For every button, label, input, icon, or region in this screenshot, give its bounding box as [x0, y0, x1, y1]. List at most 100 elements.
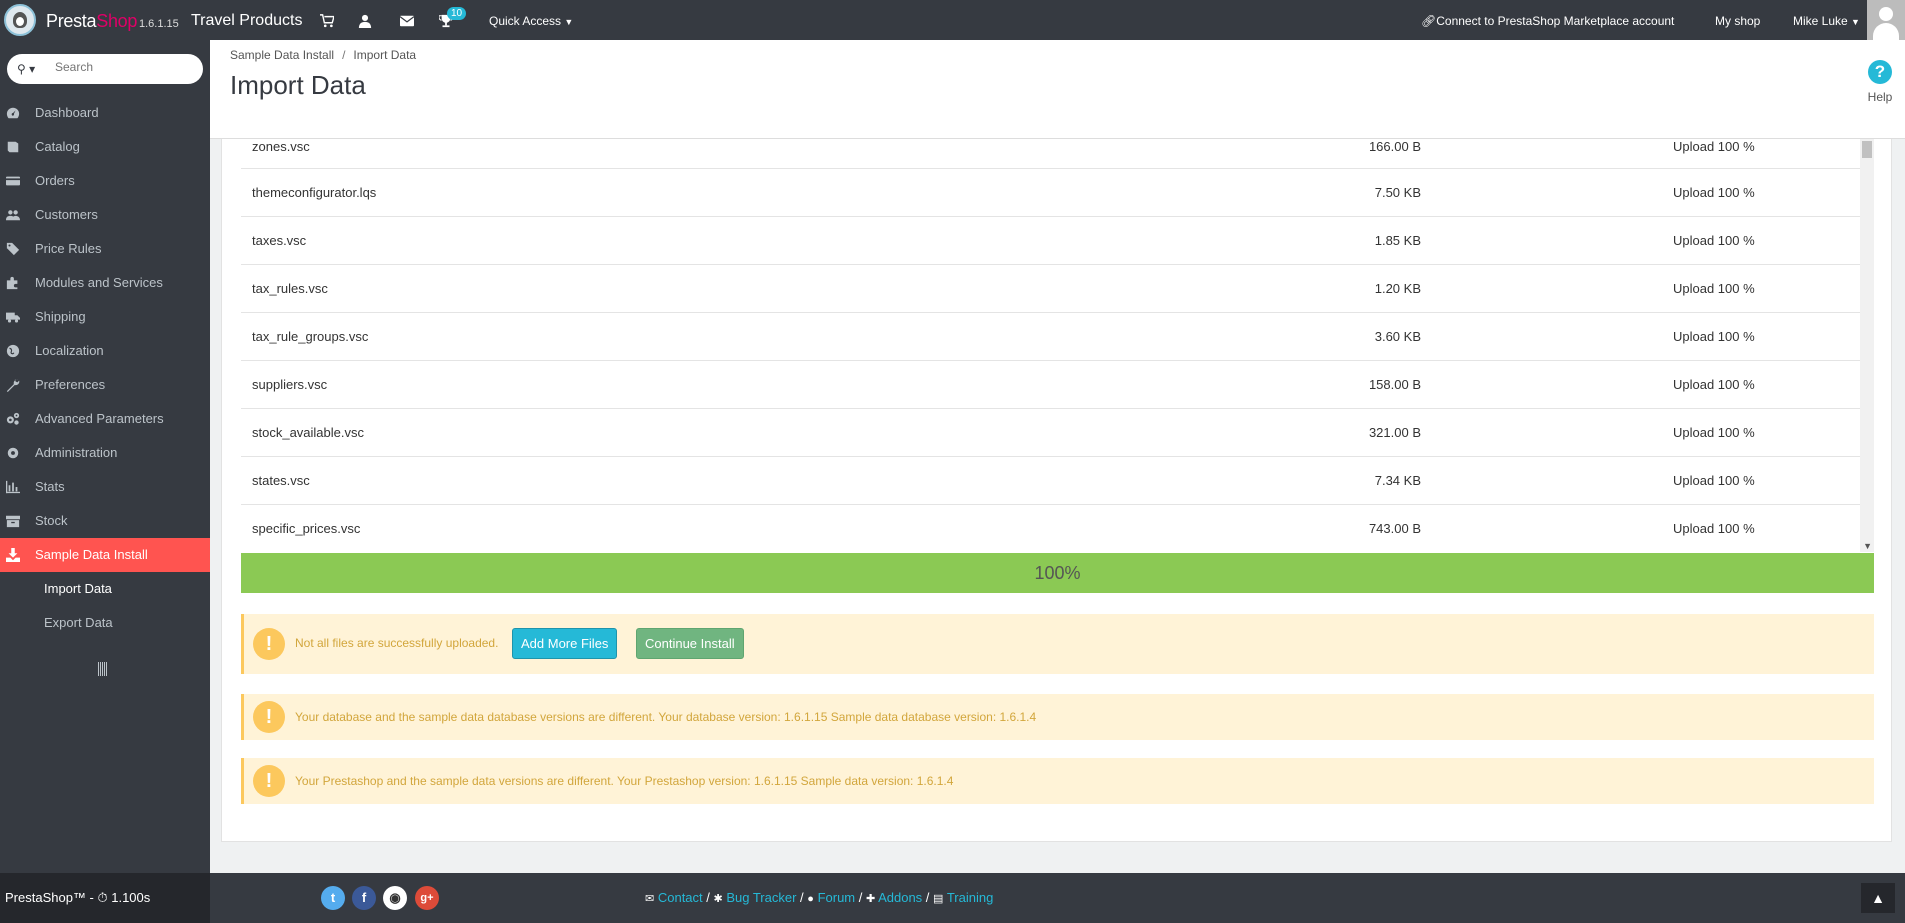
- user-menu[interactable]: Mike Luke ▼: [1793, 14, 1860, 28]
- sidebar-item-modules[interactable]: Modules and Services: [0, 266, 210, 300]
- dashboard-icon: [6, 106, 20, 120]
- contact-link[interactable]: Contact: [658, 890, 703, 905]
- prestashop-logo[interactable]: [4, 4, 36, 36]
- sidebar-item-customers[interactable]: Customers: [0, 198, 210, 232]
- file-size: 1.20 KB: [1374, 281, 1421, 296]
- github-icon[interactable]: ◉: [383, 886, 407, 910]
- sidebar-item-catalog[interactable]: Catalog: [0, 130, 210, 164]
- file-size: 1.85 KB: [1374, 233, 1421, 248]
- main-menu: Dashboard Catalog Orders Customers Price…: [0, 96, 210, 640]
- sidebar-item-label: Administration: [35, 445, 118, 460]
- file-size: 158.00 B: [1368, 377, 1421, 392]
- training-link[interactable]: Training: [947, 890, 993, 905]
- scrollbar-thumb[interactable]: [1862, 141, 1872, 158]
- file-name: tax_rules.vsc: [252, 281, 328, 296]
- caret-down-icon: ▼: [1851, 17, 1860, 27]
- submenu-item-import-data[interactable]: Import Data: [0, 572, 210, 606]
- sidebar-item-sample-data-install[interactable]: Sample Data Install: [0, 538, 210, 572]
- db-version-text: Your database and the sample data databa…: [295, 710, 1037, 724]
- file-status: Upload 100 %: [1673, 473, 1755, 488]
- footer-links: ✉ Contact / ✱ Bug Tracker / ● Forum / ✚ …: [645, 890, 994, 905]
- cog-icon: [6, 446, 20, 460]
- file-size: 166.00 B: [1368, 139, 1421, 154]
- facebook-icon[interactable]: f: [352, 886, 376, 910]
- scroll-to-top-button[interactable]: ▲: [1861, 883, 1895, 913]
- file-name: tax_rule_groups.vsc: [252, 329, 369, 344]
- credit-card-icon: [6, 174, 20, 188]
- sidebar-item-label: Localization: [35, 343, 104, 358]
- breadcrumb-current: Import Data: [353, 48, 417, 62]
- sidebar-item-label: Shipping: [35, 309, 86, 324]
- twitter-icon[interactable]: t: [321, 886, 345, 910]
- user-icon[interactable]: [358, 14, 372, 28]
- question-icon: ?: [1868, 60, 1892, 84]
- breadcrumb-separator: /: [342, 48, 346, 62]
- link-icon: 🔗︎: [1421, 14, 1437, 28]
- sidebar-item-price-rules[interactable]: Price Rules: [0, 232, 210, 266]
- shop-name[interactable]: Travel Products: [191, 12, 302, 30]
- add-more-files-button[interactable]: Add More Files: [512, 628, 618, 659]
- my-shop-link[interactable]: My shop: [1715, 14, 1760, 28]
- sidebar-item-administration[interactable]: Administration: [0, 436, 210, 470]
- sidebar-item-stats[interactable]: Stats: [0, 470, 210, 504]
- file-status: Upload 100 %: [1673, 233, 1755, 248]
- page-header: Sample Data Install / Import Data Import D…: [210, 40, 1905, 139]
- sidebar-item-stock[interactable]: Stock: [0, 504, 210, 538]
- avatar[interactable]: [1867, 0, 1905, 40]
- sidebar-item-localization[interactable]: Localization: [0, 334, 210, 368]
- file-size: 743.00 B: [1368, 521, 1421, 536]
- quick-access-menu[interactable]: Quick Access ▼: [489, 14, 573, 28]
- search-input[interactable]: [55, 60, 195, 74]
- sidebar-collapse-icon[interactable]: [98, 662, 110, 676]
- file-status: Upload 100 %: [1673, 425, 1755, 440]
- sidebar-item-label: Advanced Parameters: [35, 411, 164, 426]
- sidebar-item-shipping[interactable]: Shipping: [0, 300, 210, 334]
- search-icon[interactable]: ⚲ ▾: [17, 62, 35, 76]
- google-plus-icon[interactable]: g+: [415, 886, 439, 910]
- sidebar-item-orders[interactable]: Orders: [0, 164, 210, 198]
- file-name: stock_available.vsc: [252, 425, 364, 440]
- forum-link[interactable]: Forum: [818, 890, 856, 905]
- sidebar-item-label: Customers: [35, 207, 98, 222]
- breadcrumb-parent[interactable]: Sample Data Install: [230, 48, 334, 62]
- submenu: Import Data Export Data: [0, 572, 210, 640]
- scrollbar[interactable]: ▼: [1860, 139, 1874, 552]
- submenu-item-export-data[interactable]: Export Data: [0, 606, 210, 640]
- continue-install-button[interactable]: Continue Install: [636, 628, 744, 659]
- sidebar-item-label: Sample Data Install: [35, 547, 148, 562]
- file-name: zones.vsc: [252, 139, 310, 154]
- list-item: tax_rules.vsc 1.20 KB Upload 100 %: [241, 265, 1874, 313]
- addons-link[interactable]: Addons: [878, 890, 922, 905]
- search-box: ⚲ ▾: [7, 54, 203, 84]
- cart-icon[interactable]: [320, 14, 334, 28]
- upload-warning-text: Not all files are successfully uploaded.: [295, 636, 499, 650]
- archive-icon: [6, 514, 20, 528]
- list-item: themeconfigurator.lqs 7.50 KB Upload 100…: [241, 169, 1874, 217]
- brand-name[interactable]: PrestaShop: [46, 11, 137, 32]
- file-size: 3.60 KB: [1374, 329, 1421, 344]
- list-item: zones.vsc 166.00 B Upload 100 %: [241, 139, 1874, 169]
- puzzle-icon: ✚: [865, 893, 876, 905]
- file-status: Upload 100 %: [1673, 185, 1755, 200]
- file-list[interactable]: zones.vsc 166.00 B Upload 100 % themecon…: [241, 139, 1874, 552]
- scroll-down-arrow-icon[interactable]: ▼: [1863, 541, 1872, 551]
- notification-badge: 10: [447, 7, 467, 20]
- list-item: states.vsc 7.34 KB Upload 100 %: [241, 457, 1874, 505]
- file-status: Upload 100 %: [1673, 377, 1755, 392]
- file-size: 7.50 KB: [1374, 185, 1421, 200]
- sidebar-item-label: Stock: [35, 513, 68, 528]
- warning-icon: !: [253, 628, 285, 660]
- sidebar-item-advanced-parameters[interactable]: Advanced Parameters: [0, 402, 210, 436]
- quick-access-label: Quick Access: [489, 14, 562, 28]
- envelope-icon[interactable]: [400, 14, 414, 28]
- list-item: suppliers.vsc 158.00 B Upload 100 %: [241, 361, 1874, 409]
- breadcrumb: Sample Data Install / Import Data: [230, 48, 416, 62]
- bug-tracker-link[interactable]: Bug Tracker: [726, 890, 796, 905]
- sidebar-item-dashboard[interactable]: Dashboard: [0, 96, 210, 130]
- sidebar-item-preferences[interactable]: Preferences: [0, 368, 210, 402]
- help-button[interactable]: ? Help: [1855, 60, 1905, 104]
- ps-version-text: Your Prestashop and the sample data vers…: [295, 774, 954, 788]
- marketplace-link[interactable]: 🔗︎Connect to PrestaShop Marketplace acco…: [1421, 14, 1674, 28]
- caret-down-icon: ▼: [564, 17, 574, 27]
- sidebar-item-label: Modules and Services: [35, 275, 163, 290]
